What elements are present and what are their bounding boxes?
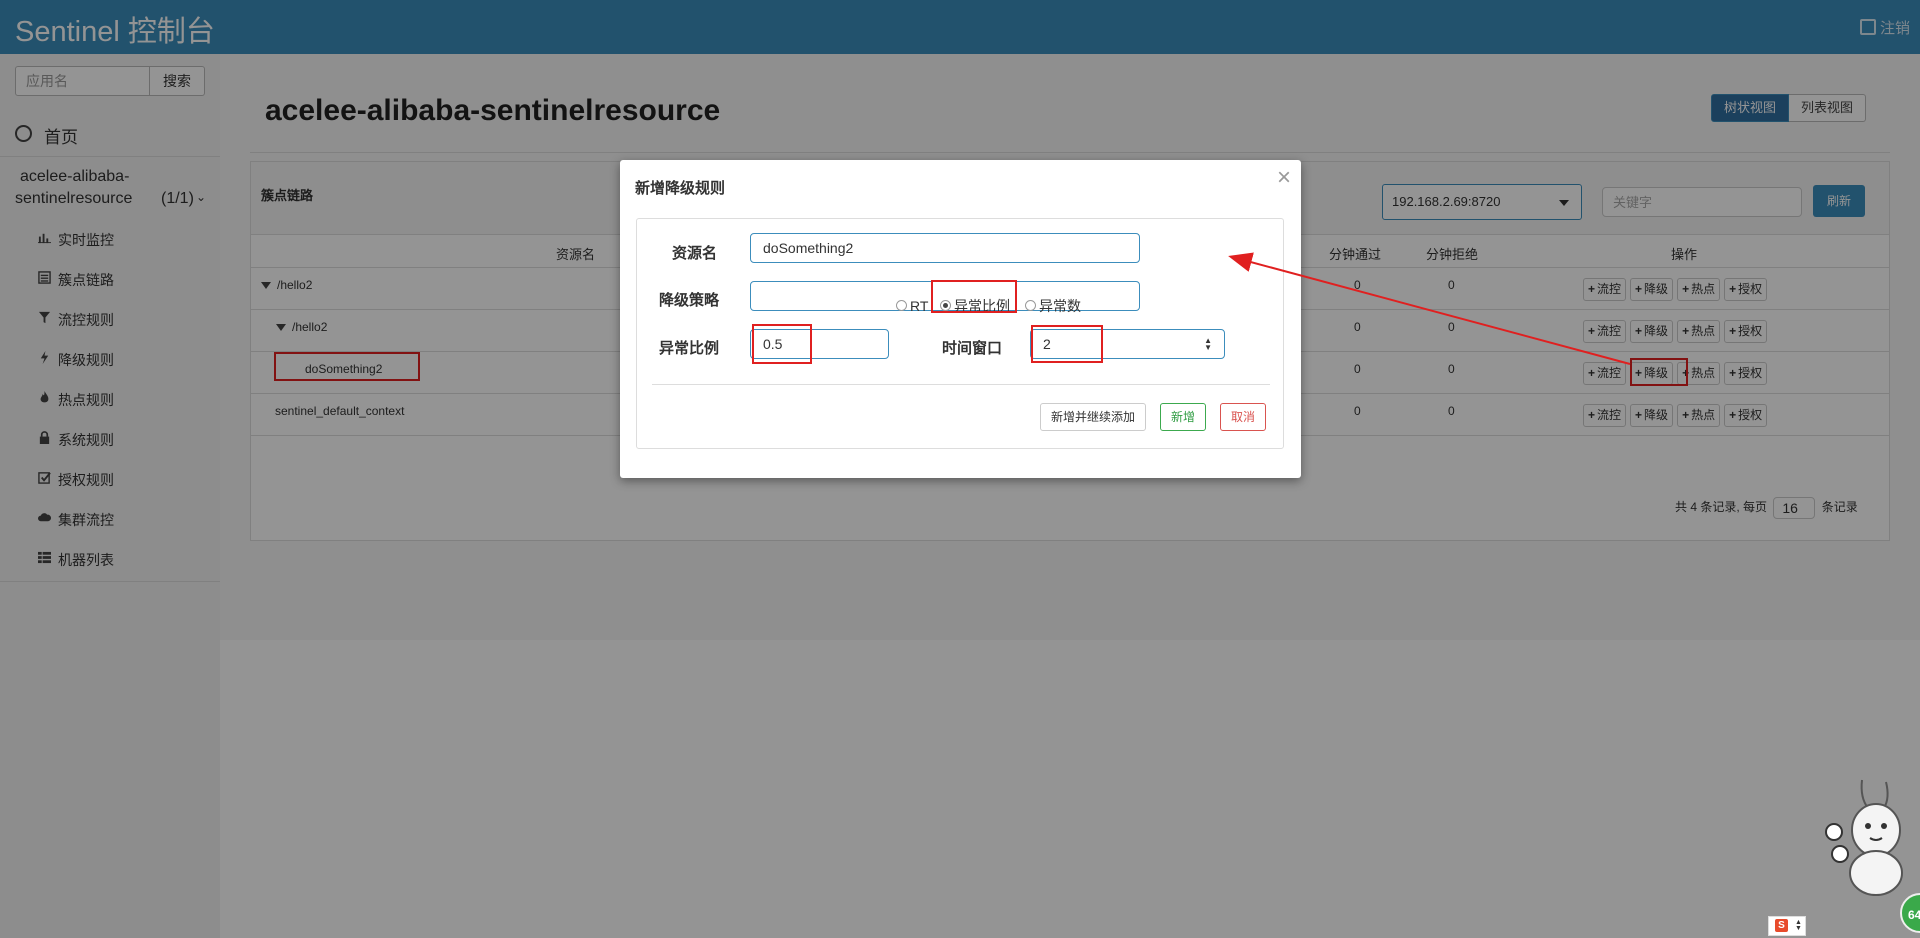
ime-s-icon: S — [1775, 919, 1788, 932]
mascot-sticker — [1825, 779, 1903, 896]
input-method-toolbar[interactable]: S ▲ ▼ — [1768, 916, 1806, 936]
annotation-arrow — [1228, 252, 1631, 365]
updown-icon: ▲ ▼ — [1795, 919, 1802, 932]
